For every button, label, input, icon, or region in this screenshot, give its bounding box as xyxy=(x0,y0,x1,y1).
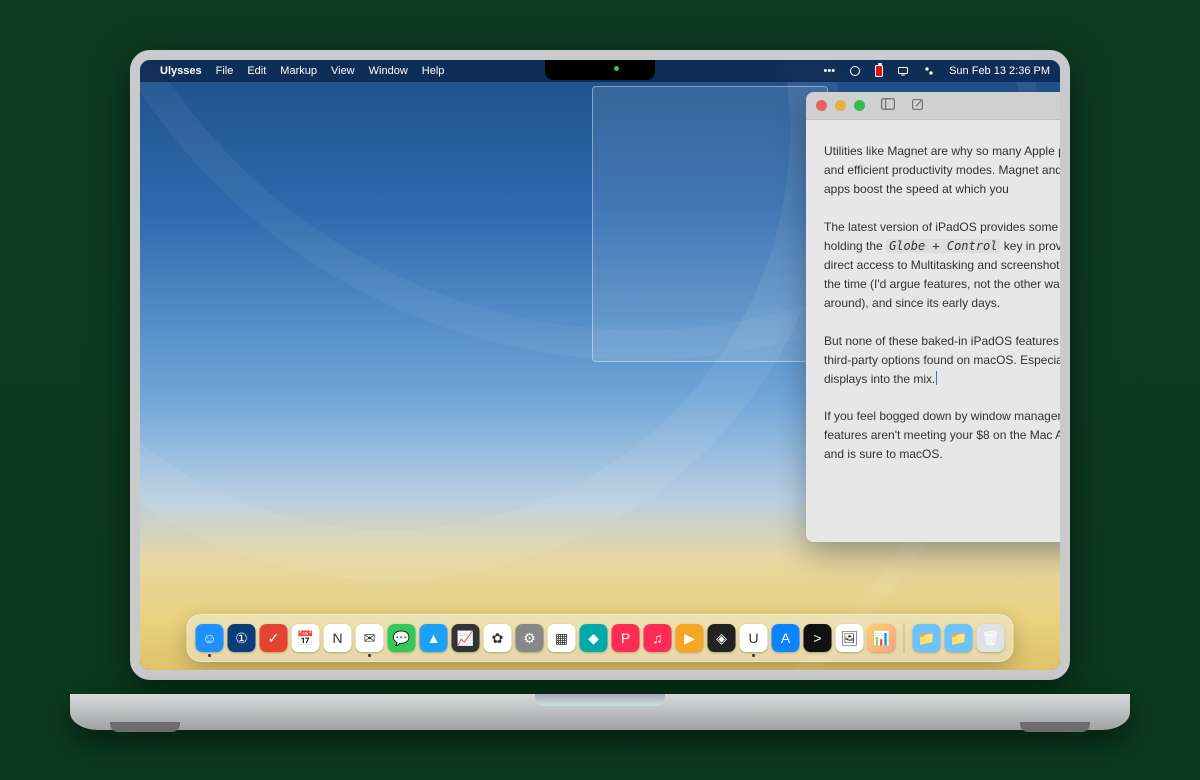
menu-markup[interactable]: Markup xyxy=(280,65,317,77)
dock-app-raycast[interactable]: ◈ xyxy=(708,624,736,652)
dock-app-downloads[interactable]: 📁 xyxy=(913,624,941,652)
keyboard-shortcut: Globe + Control xyxy=(886,239,1000,253)
display-notch xyxy=(545,60,655,80)
dock-app-terminal[interactable]: > xyxy=(804,624,832,652)
window-titlebar[interactable] xyxy=(806,92,1060,120)
dock-app-maps[interactable]: ▲ xyxy=(420,624,448,652)
menu-help[interactable]: Help xyxy=(422,65,445,77)
compose-icon[interactable] xyxy=(911,98,924,114)
dock-app-finder[interactable]: ☺ xyxy=(196,624,224,652)
paragraph: The latest version of iPadOS provides so… xyxy=(824,218,1060,314)
dock-app-photos[interactable]: ✿ xyxy=(484,624,512,652)
battery-icon[interactable] xyxy=(875,65,883,77)
app-menu[interactable]: Ulysses xyxy=(160,65,202,77)
menu-view[interactable]: View xyxy=(331,65,355,77)
minimize-button[interactable] xyxy=(835,100,846,111)
paragraph: Utilities like Magnet are why so many Ap… xyxy=(824,142,1060,200)
dock-app-plex[interactable]: ▶ xyxy=(676,624,704,652)
close-button[interactable] xyxy=(816,100,827,111)
text-cursor-icon xyxy=(936,371,937,385)
camera-led-icon xyxy=(614,66,619,71)
laptop-base xyxy=(70,694,1130,730)
menu-file[interactable]: File xyxy=(216,65,234,77)
dock: ☺①✓📅N✉💬▲📈✿⚙▦◆P♫▶◈UA>🖼📊📁📁🗑 xyxy=(187,614,1014,662)
dock-app-windows[interactable]: ▦ xyxy=(548,624,576,652)
text: But none of these baked-in iPadOS featur… xyxy=(824,334,1060,386)
menu-window[interactable]: Window xyxy=(369,65,408,77)
dock-app-affinity[interactable]: ◆ xyxy=(580,624,608,652)
display-icon[interactable] xyxy=(897,65,909,77)
menu-edit[interactable]: Edit xyxy=(247,65,266,77)
menubar-sync-icon[interactable] xyxy=(849,65,861,77)
dock-app-trash[interactable]: 🗑 xyxy=(977,624,1005,652)
dock-app-ulysses[interactable]: U xyxy=(740,624,768,652)
clock[interactable]: Sun Feb 13 2:36 PM xyxy=(949,65,1050,77)
dock-app-preview[interactable]: 🖼 xyxy=(836,624,864,652)
dock-app-notion[interactable]: N xyxy=(324,624,352,652)
ulysses-window[interactable]: Utilities like Magnet are why so many Ap… xyxy=(806,92,1060,542)
display-lid: Ulysses File Edit Markup View Window Hel… xyxy=(130,50,1070,680)
paragraph: But none of these baked-in iPadOS featur… xyxy=(824,332,1060,390)
editor-content[interactable]: Utilities like Magnet are why so many Ap… xyxy=(806,120,1060,542)
dock-app-stocks[interactable]: 📈 xyxy=(452,624,480,652)
fullscreen-button[interactable] xyxy=(854,100,865,111)
dock-app-pixelmator[interactable]: P xyxy=(612,624,640,652)
window-snap-preview[interactable] xyxy=(592,86,828,362)
dock-separator xyxy=(904,623,905,653)
dock-app-messages[interactable]: 💬 xyxy=(388,624,416,652)
dock-app-todoist[interactable]: ✓ xyxy=(260,624,288,652)
dock-app-documents[interactable]: 📁 xyxy=(945,624,973,652)
dock-app-1password[interactable]: ① xyxy=(228,624,256,652)
macbook-frame: Ulysses File Edit Markup View Window Hel… xyxy=(70,50,1130,730)
sidebar-toggle-icon[interactable] xyxy=(881,98,895,113)
dock-app-calc[interactable]: 📊 xyxy=(868,624,896,652)
dock-app-music[interactable]: ♫ xyxy=(644,624,672,652)
dock-app-appstore[interactable]: A xyxy=(772,624,800,652)
desktop-screen: Ulysses File Edit Markup View Window Hel… xyxy=(140,60,1060,670)
paragraph: If you feel bogged down by window manage… xyxy=(824,407,1060,465)
dock-app-fantastical[interactable]: 📅 xyxy=(292,624,320,652)
dock-app-mail[interactable]: ✉ xyxy=(356,624,384,652)
menubar-extra-icon[interactable]: ••• xyxy=(824,65,836,77)
dock-app-settings[interactable]: ⚙ xyxy=(516,624,544,652)
control-center-icon[interactable] xyxy=(923,65,935,77)
